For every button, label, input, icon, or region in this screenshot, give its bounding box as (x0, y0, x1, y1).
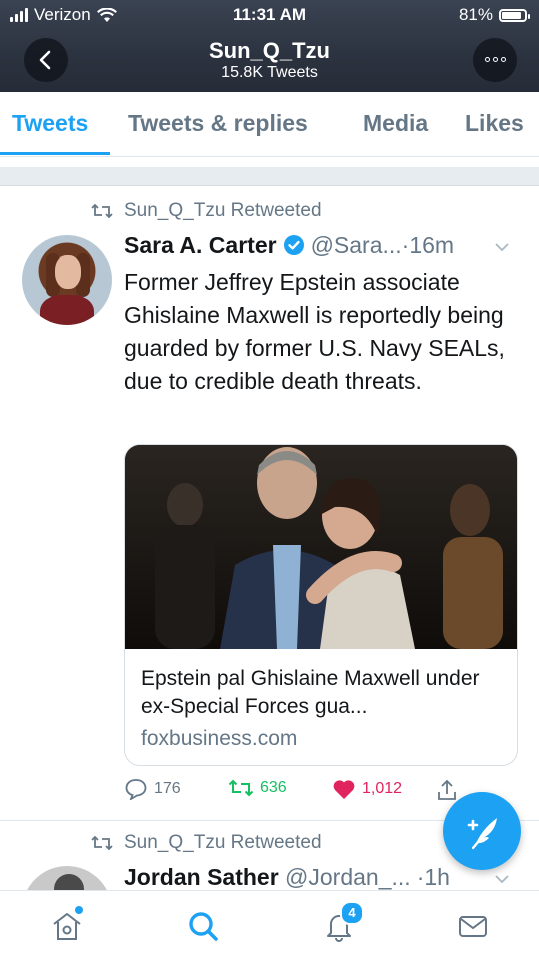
tweet-count: 15.8K Tweets (221, 64, 318, 81)
more-button[interactable] (473, 38, 517, 82)
author-handle[interactable]: @Sara... (311, 232, 402, 258)
profile-name: Sun_Q_Tzu (208, 38, 330, 63)
battery-icon (499, 8, 530, 22)
tab-likes[interactable]: Likes (465, 110, 524, 137)
profile-tabs: Tweets Tweets & replies Media Likes (0, 92, 539, 157)
compose-icon (467, 818, 497, 850)
section-divider (0, 167, 539, 186)
reply-icon (125, 779, 147, 800)
more-icon (485, 57, 506, 62)
tweet-text: Former Jeffrey Epstein associate Ghislai… (124, 269, 505, 394)
retweet-context: Sun_Q_Tzu Retweeted (90, 200, 322, 222)
battery-percent: 81% (458, 5, 493, 24)
card-image (125, 445, 517, 649)
tweet-time: 16m (409, 232, 455, 258)
profile-header: Verizon 11:31 AM 81% Sun_Q_Tzu 15.8K Twe… (0, 0, 539, 92)
link-card[interactable]: Epstein pal Ghislaine Maxwell under ex-S… (124, 444, 518, 766)
tab-tweets-and-replies[interactable]: Tweets & replies (128, 110, 308, 137)
retweeted-by-label: Sun_Q_Tzu Retweeted (124, 832, 322, 853)
retweet-icon (91, 203, 113, 219)
tweet-header: Sara A. Carter @Sara...·16m (124, 232, 524, 262)
active-tab-indicator (0, 152, 110, 155)
heart-icon (333, 780, 355, 799)
author-handle[interactable]: @Jordan_... (285, 864, 411, 890)
verified-icon (283, 235, 304, 255)
author-name[interactable]: Sara A. Carter (124, 232, 277, 258)
reply-count: 176 (154, 780, 181, 797)
author-name[interactable]: Jordan Sather (124, 864, 279, 890)
reply-button[interactable]: 176 (124, 778, 181, 800)
like-button[interactable]: 1,012 (332, 778, 402, 800)
bottom-nav: 4 (0, 890, 539, 961)
notification-badge: 4 (340, 901, 364, 925)
avatar[interactable] (22, 235, 112, 325)
search-icon (189, 912, 218, 941)
nav-messages[interactable] (456, 909, 490, 943)
retweet-button[interactable]: 636 (228, 778, 287, 798)
status-bar: Verizon 11:31 AM 81% (0, 0, 539, 30)
chevron-down-icon[interactable] (494, 874, 510, 884)
nav-notifications[interactable]: 4 (322, 901, 364, 943)
tab-media[interactable]: Media (363, 110, 428, 137)
card-domain: foxbusiness.com (141, 727, 298, 750)
retweet-icon (91, 835, 113, 851)
chevron-down-icon[interactable] (494, 242, 510, 252)
like-count: 1,012 (362, 780, 403, 797)
home-icon (53, 913, 81, 940)
retweet-count: 636 (260, 779, 287, 796)
nav-search[interactable] (186, 909, 220, 943)
retweeted-by-label: Sun_Q_Tzu Retweeted (124, 200, 322, 221)
new-content-dot (75, 906, 83, 914)
retweet-context: Sun_Q_Tzu Retweeted (90, 832, 322, 854)
nav-home[interactable] (50, 906, 84, 943)
card-title: Epstein pal Ghislaine Maxwell under ex-S… (141, 667, 480, 718)
tab-tweets[interactable]: Tweets (12, 110, 88, 137)
retweet-icon (228, 779, 254, 797)
compose-button[interactable] (443, 792, 521, 870)
mail-icon (459, 916, 487, 937)
